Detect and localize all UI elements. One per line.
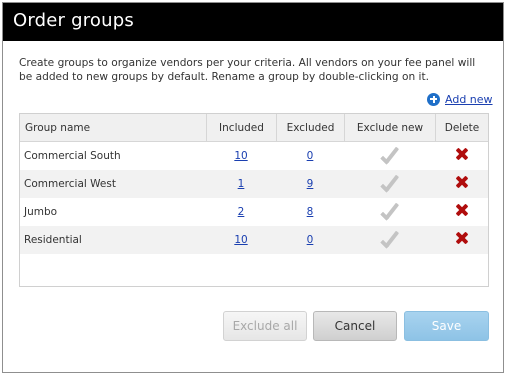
table-header: Group name Included Excluded Exclude new… (20, 114, 488, 142)
included-cell: 2 (206, 198, 276, 226)
column-header-excluded: Excluded (276, 114, 344, 142)
cancel-button[interactable]: Cancel (313, 311, 397, 341)
table-row[interactable]: Jumbo 2 8 (20, 198, 488, 226)
table-row[interactable]: Commercial South 10 0 (20, 142, 488, 170)
delete-x-icon[interactable] (456, 204, 468, 216)
add-new-link[interactable]: Add new (445, 93, 493, 106)
column-header-group-name: Group name (25, 122, 91, 134)
plus-circle-icon[interactable] (427, 92, 440, 106)
group-name[interactable]: Residential (20, 226, 206, 254)
exclude-all-button[interactable]: Exclude all (223, 311, 307, 341)
included-cell: 1 (206, 170, 276, 198)
checkmark-icon[interactable] (379, 175, 401, 191)
included-count-link[interactable]: 10 (234, 150, 247, 162)
save-button[interactable]: Save (404, 311, 489, 341)
table-row[interactable]: Commercial West 1 9 (20, 170, 488, 198)
checkmark-icon[interactable] (379, 203, 401, 219)
dialog-title-bar: Order groups (3, 3, 503, 41)
exclude-new-cell (344, 226, 435, 254)
checkmark-icon[interactable] (379, 147, 401, 163)
exclude-new-cell (344, 142, 435, 170)
group-name[interactable]: Jumbo (20, 198, 206, 226)
excluded-count-link[interactable]: 0 (307, 234, 314, 246)
delete-cell (435, 226, 488, 254)
included-count-link[interactable]: 2 (238, 206, 245, 218)
delete-cell (435, 142, 488, 170)
included-cell: 10 (206, 226, 276, 254)
add-new-link-group[interactable]: Add new (427, 91, 493, 107)
column-header-delete: Delete (435, 114, 488, 142)
exclude-new-cell (344, 170, 435, 198)
delete-x-icon[interactable] (456, 176, 468, 188)
excluded-cell: 8 (276, 198, 344, 226)
excluded-cell: 9 (276, 170, 344, 198)
excluded-count-link[interactable]: 8 (307, 206, 314, 218)
exclude-new-cell (344, 198, 435, 226)
dialog-title: Order groups (13, 10, 134, 31)
checkmark-icon[interactable] (379, 231, 401, 247)
delete-cell (435, 170, 488, 198)
included-count-link[interactable]: 1 (238, 178, 245, 190)
included-count-link[interactable]: 10 (234, 234, 247, 246)
delete-x-icon[interactable] (456, 148, 468, 160)
included-cell: 10 (206, 142, 276, 170)
column-header-included: Included (206, 114, 276, 142)
group-name[interactable]: Commercial South (20, 142, 206, 170)
column-header-exclude-new: Exclude new (344, 114, 435, 142)
delete-x-icon[interactable] (456, 232, 468, 244)
order-groups-dialog: Order groups Create groups to organize v… (2, 2, 504, 373)
excluded-cell: 0 (276, 142, 344, 170)
group-name[interactable]: Commercial West (20, 170, 206, 198)
excluded-count-link[interactable]: 0 (307, 150, 314, 162)
order-groups-table: Group name Included Excluded Exclude new… (19, 113, 489, 287)
delete-cell (435, 198, 488, 226)
table-row[interactable]: Residential 10 0 (20, 226, 488, 254)
excluded-cell: 0 (276, 226, 344, 254)
excluded-count-link[interactable]: 9 (307, 178, 314, 190)
dialog-description: Create groups to organize vendors per yo… (19, 57, 476, 83)
